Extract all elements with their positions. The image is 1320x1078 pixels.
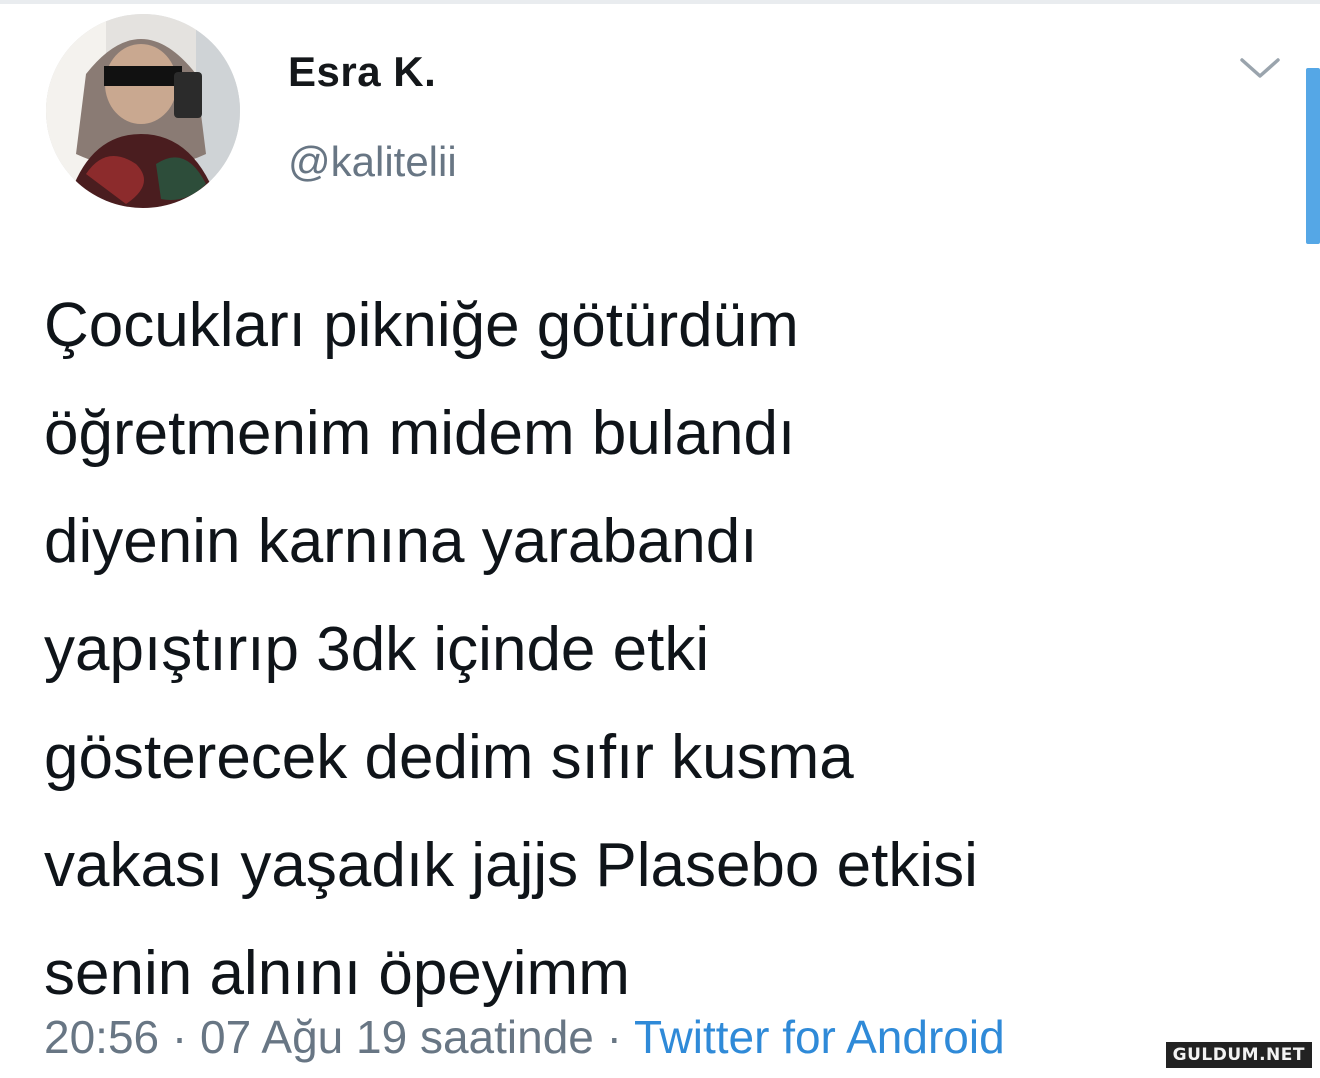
tweet-metadata: 20:56 · 07 Ağu 19 saatinde · Twitter for… bbox=[44, 1010, 1005, 1064]
scrollbar[interactable] bbox=[1306, 68, 1320, 244]
top-divider bbox=[0, 0, 1320, 4]
author-display-name[interactable]: Esra K. bbox=[288, 48, 436, 96]
chevron-down-icon[interactable] bbox=[1236, 52, 1284, 84]
meta-separator: · bbox=[593, 1011, 634, 1063]
author-handle[interactable]: @kalitelii bbox=[288, 138, 457, 186]
tweet-source-link[interactable]: Twitter for Android bbox=[634, 1011, 1005, 1063]
tweet-text: Çocukları pikniğe götürdüm öğretmenim mi… bbox=[44, 291, 978, 1008]
avatar-photo bbox=[46, 14, 240, 208]
avatar[interactable] bbox=[46, 14, 240, 208]
watermark-logo: GULDUM.NET bbox=[1165, 1042, 1312, 1068]
tweet-timestamp[interactable]: 20:56 · 07 Ağu 19 saatinde bbox=[44, 1011, 594, 1063]
